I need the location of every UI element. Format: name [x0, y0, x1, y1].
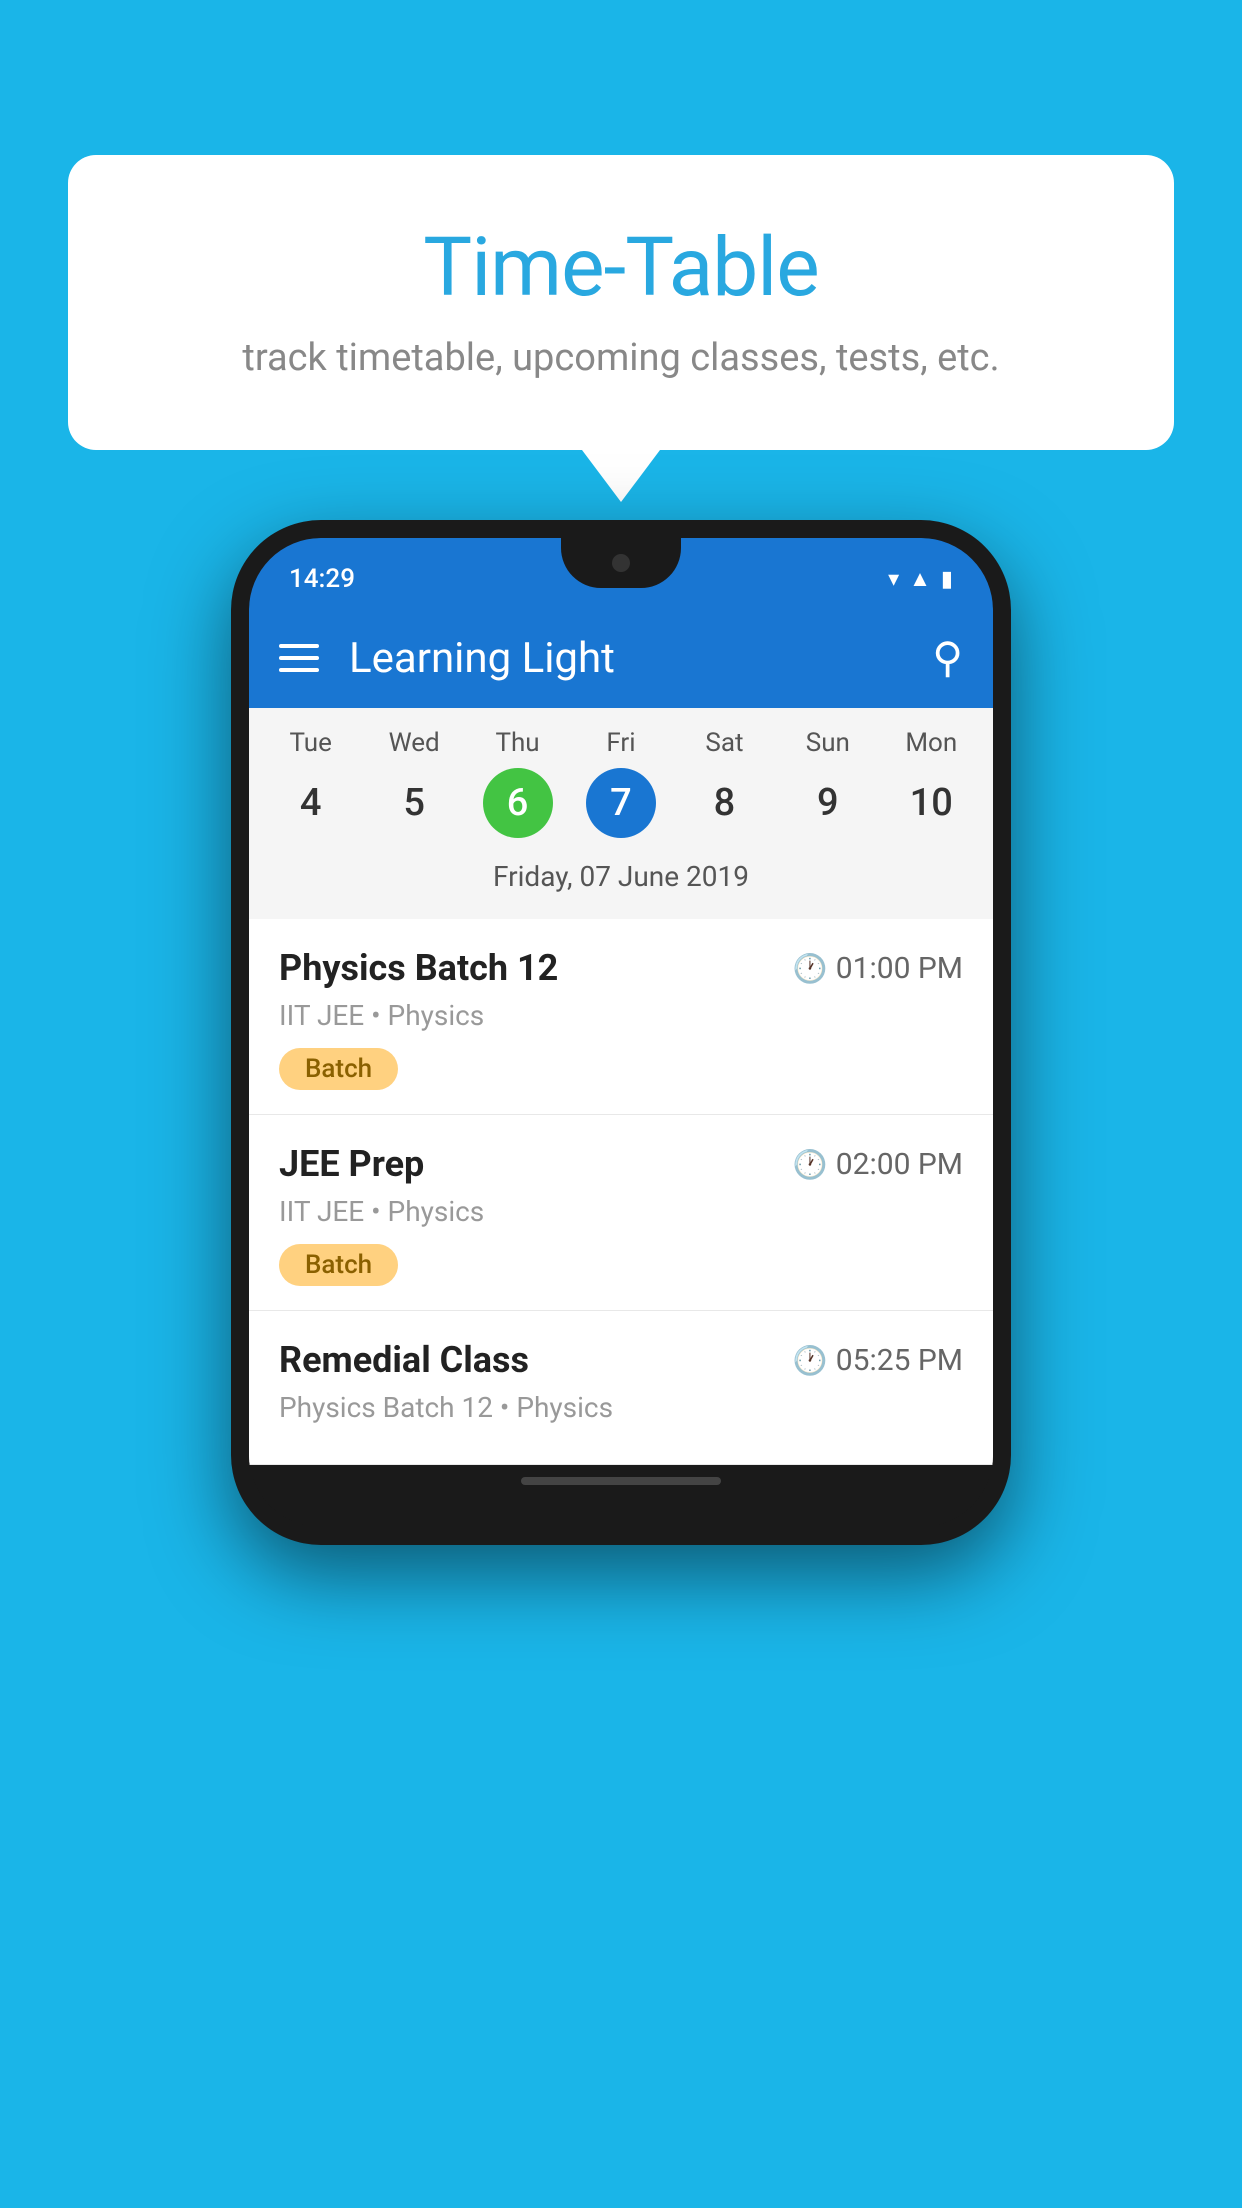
phone-wrapper: 14:29 ▾ ▲ ▮ Learning Light ⚲: [231, 520, 1011, 1545]
day-5[interactable]: 5: [362, 768, 465, 838]
speech-bubble: Time-Table track timetable, upcoming cla…: [68, 155, 1174, 450]
day-header-sat: Sat: [673, 728, 776, 758]
day-7-selected[interactable]: 7: [586, 768, 656, 838]
speech-bubble-container: Time-Table track timetable, upcoming cla…: [68, 155, 1174, 450]
day-header-thu: Thu: [466, 728, 569, 758]
calendar-strip: Tue Wed Thu Fri Sat Sun Mon 4 5 6 7 8: [249, 708, 993, 919]
hamburger-line-3: [279, 668, 319, 672]
item-1-time-text: 01:00 PM: [836, 951, 963, 986]
item-2-time: 🕐 02:00 PM: [793, 1147, 963, 1182]
bubble-subtitle: track timetable, upcoming classes, tests…: [128, 336, 1114, 380]
day-9[interactable]: 9: [776, 768, 879, 838]
hamburger-menu-icon[interactable]: [279, 644, 319, 672]
phone-inner: 14:29 ▾ ▲ ▮ Learning Light ⚲: [249, 538, 993, 1527]
item-2-badge: Batch: [279, 1244, 398, 1286]
hamburger-line-1: [279, 644, 319, 648]
item-3-time-text: 05:25 PM: [836, 1343, 963, 1378]
day-headers: Tue Wed Thu Fri Sat Sun Mon: [259, 728, 983, 758]
schedule-list: Physics Batch 12 🕐 01:00 PM IIT JEE • Ph…: [249, 919, 993, 1465]
day-header-wed: Wed: [362, 728, 465, 758]
battery-icon: ▮: [941, 567, 953, 592]
schedule-item-1-header: Physics Batch 12 🕐 01:00 PM: [279, 947, 963, 989]
day-header-fri: Fri: [569, 728, 672, 758]
wifi-icon: ▾: [888, 567, 899, 592]
day-header-tue: Tue: [259, 728, 362, 758]
signal-icon: ▲: [909, 566, 931, 592]
app-bar: Learning Light ⚲: [249, 608, 993, 708]
day-numbers: 4 5 6 7 8 9 10: [259, 768, 983, 838]
schedule-item-3-header: Remedial Class 🕐 05:25 PM: [279, 1339, 963, 1381]
item-3-time: 🕐 05:25 PM: [793, 1343, 963, 1378]
day-8[interactable]: 8: [673, 768, 776, 838]
clock-icon-1: 🕐: [793, 952, 828, 985]
search-icon[interactable]: ⚲: [932, 633, 963, 683]
item-1-badge: Batch: [279, 1048, 398, 1090]
day-10[interactable]: 10: [880, 768, 983, 838]
date-label: Friday, 07 June 2019: [259, 852, 983, 909]
day-4[interactable]: 4: [259, 768, 362, 838]
schedule-item-3[interactable]: Remedial Class 🕐 05:25 PM Physics Batch …: [249, 1311, 993, 1465]
item-1-time: 🕐 01:00 PM: [793, 951, 963, 986]
item-3-meta: Physics Batch 12 • Physics: [279, 1391, 963, 1424]
clock-icon-3: 🕐: [793, 1344, 828, 1377]
day-6-today[interactable]: 6: [483, 768, 553, 838]
phone-bottom-bar: [521, 1477, 721, 1485]
item-3-title: Remedial Class: [279, 1339, 529, 1381]
notch: [561, 538, 681, 588]
phone-outer: 14:29 ▾ ▲ ▮ Learning Light ⚲: [231, 520, 1011, 1545]
clock-icon-2: 🕐: [793, 1148, 828, 1181]
phone-bottom: [249, 1477, 993, 1527]
item-1-meta: IIT JEE • Physics: [279, 999, 963, 1032]
app-title: Learning Light: [349, 634, 932, 683]
schedule-item-1[interactable]: Physics Batch 12 🕐 01:00 PM IIT JEE • Ph…: [249, 919, 993, 1115]
status-bar: 14:29 ▾ ▲ ▮: [249, 538, 993, 608]
day-header-mon: Mon: [880, 728, 983, 758]
phone-screen: Tue Wed Thu Fri Sat Sun Mon 4 5 6 7 8: [249, 708, 993, 1465]
bubble-title: Time-Table: [128, 220, 1114, 316]
item-2-time-text: 02:00 PM: [836, 1147, 963, 1182]
item-2-meta: IIT JEE • Physics: [279, 1195, 963, 1228]
status-icons: ▾ ▲ ▮: [888, 566, 953, 592]
item-2-title: JEE Prep: [279, 1143, 424, 1185]
schedule-item-2-header: JEE Prep 🕐 02:00 PM: [279, 1143, 963, 1185]
day-header-sun: Sun: [776, 728, 879, 758]
camera-dot: [612, 554, 630, 572]
hamburger-line-2: [279, 656, 319, 660]
status-time: 14:29: [289, 564, 355, 594]
item-1-title: Physics Batch 12: [279, 947, 558, 989]
schedule-item-2[interactable]: JEE Prep 🕐 02:00 PM IIT JEE • Physics Ba…: [249, 1115, 993, 1311]
